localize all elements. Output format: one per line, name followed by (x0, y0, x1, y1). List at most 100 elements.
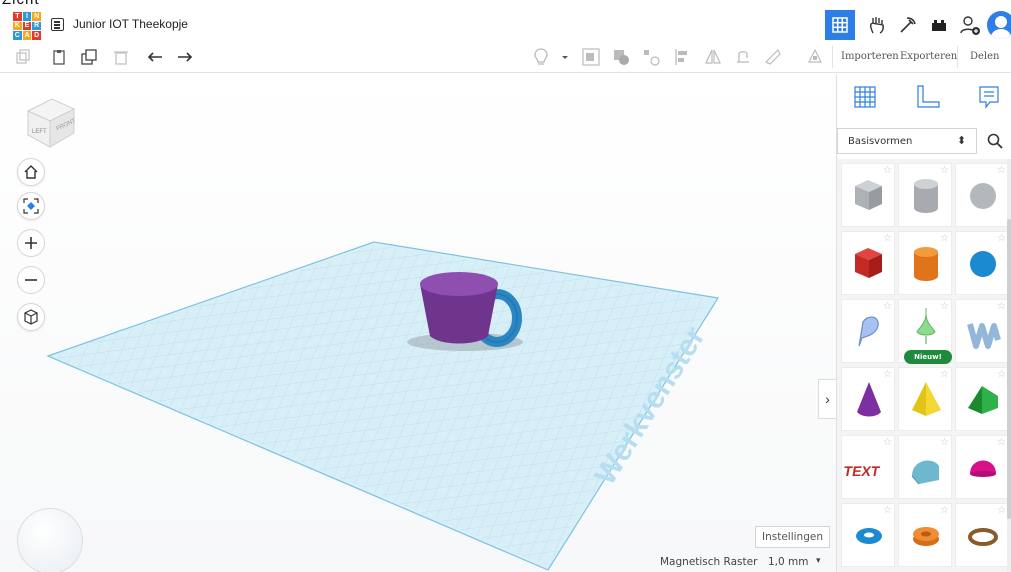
favorite-star-icon[interactable]: ☆ (883, 233, 892, 244)
toolbar-divider (957, 46, 958, 68)
shapes-scrollbar-thumb[interactable] (1007, 219, 1011, 519)
favorite-star-icon[interactable]: ☆ (883, 505, 892, 516)
distribute-icon[interactable] (674, 48, 692, 66)
shapes-panel: Basisvormen ⬍ ☆ ☆ ☆ ☆ ☆ ☆ ☆ ☆ Nieuw! ☆ ☆… (836, 74, 1011, 572)
3d-view-button[interactable] (825, 10, 855, 40)
zoom-out-button[interactable] (17, 266, 45, 294)
light-icon[interactable] (532, 48, 550, 66)
home-view-button[interactable] (17, 158, 45, 186)
logo-letter: T (13, 12, 22, 21)
panel-collapse-handle[interactable]: › (818, 379, 836, 419)
favorite-star-icon[interactable]: ☆ (940, 301, 949, 312)
favorite-star-icon[interactable]: ☆ (997, 301, 1006, 312)
shape-cylinder[interactable]: ☆ (898, 231, 952, 295)
paste-icon[interactable] (50, 48, 68, 66)
undo-icon[interactable] (146, 48, 164, 66)
shape-roof[interactable]: ☆ (955, 367, 1009, 431)
perspective-button[interactable] (17, 303, 45, 331)
design-list-icon[interactable] (51, 18, 64, 31)
favorite-star-icon[interactable]: ☆ (997, 505, 1006, 516)
view-joystick[interactable] (17, 508, 83, 572)
shape-box[interactable]: ☆ (841, 231, 895, 295)
toolbar: Importeren Exporteren Delen (0, 40, 1011, 73)
dropdown-icon[interactable] (556, 48, 574, 66)
logo-letter: E (22, 21, 32, 31)
shape-round-roof[interactable]: ☆ (898, 435, 952, 499)
document-title[interactable]: Junior IOT Theekopje (73, 17, 188, 31)
mirror-icon[interactable] (704, 48, 722, 66)
favorite-star-icon[interactable]: ☆ (940, 437, 949, 448)
shape-category-select[interactable]: Basisvormen (837, 128, 977, 154)
cruise-icon[interactable] (734, 48, 752, 66)
new-badge: Nieuw! (904, 350, 952, 364)
shape-box-hole[interactable]: ☆ (841, 163, 895, 227)
share-button[interactable]: Delen (970, 51, 1000, 62)
favorite-star-icon[interactable]: ☆ (997, 233, 1006, 244)
shape-ring[interactable]: ☆ (955, 503, 1009, 567)
shape-sphere[interactable]: ☆ (955, 231, 1009, 295)
shape-tube[interactable]: ☆ (898, 503, 952, 567)
delete-icon[interactable] (112, 48, 130, 66)
ungroup-icon[interactable] (612, 48, 630, 66)
shape-text[interactable]: ☆ TEXT (841, 435, 895, 499)
cup-rim[interactable] (420, 272, 498, 296)
shape-cone[interactable]: ☆ (841, 367, 895, 431)
favorite-star-icon[interactable]: ☆ (883, 369, 892, 380)
favorite-star-icon[interactable]: ☆ (883, 165, 892, 176)
blocks-button[interactable] (863, 11, 891, 39)
shape-sphere-hole[interactable]: ☆ (955, 163, 1009, 227)
shape-torus[interactable]: ☆ (841, 503, 895, 567)
import-button[interactable]: Importeren (841, 51, 899, 62)
view-cube[interactable]: LEFT FRONT (22, 91, 80, 149)
shape-search-button[interactable] (977, 128, 1011, 154)
workplane-canvas[interactable]: Werkvenster (0, 74, 836, 572)
shapes-scrollbar[interactable] (1007, 159, 1011, 572)
category-caret-icon[interactable]: ⬍ (957, 134, 966, 147)
group-icon[interactable] (582, 48, 600, 66)
favorite-star-icon[interactable]: ☆ (940, 505, 949, 516)
favorite-star-icon[interactable]: ☆ (883, 301, 892, 312)
workplane-grid-icon (854, 86, 876, 108)
shape-scribble[interactable]: ☆ (841, 299, 895, 363)
shape-spinner[interactable]: ☆ Nieuw! (898, 299, 952, 364)
favorite-star-icon[interactable]: ☆ (940, 165, 949, 176)
copy-icon[interactable] (14, 48, 32, 66)
snap-grid-caret-icon[interactable]: ▾ (816, 555, 821, 566)
3d-viewport[interactable]: Werkvenster LEFT FRONT Instellingen Magn… (0, 74, 836, 572)
shape-pyramid[interactable]: ☆ (898, 367, 952, 431)
redo-icon[interactable] (176, 48, 194, 66)
bricks-button[interactable] (894, 11, 922, 39)
minus-icon (25, 279, 37, 281)
favorite-star-icon[interactable]: ☆ (997, 165, 1006, 176)
settings-button[interactable]: Instellingen (755, 526, 830, 548)
tinkercad-logo[interactable]: T I N K E R C A D (13, 12, 41, 40)
brick-icon (932, 20, 946, 31)
favorite-star-icon[interactable]: ☆ (997, 437, 1006, 448)
favorite-star-icon[interactable]: ☆ (997, 369, 1006, 380)
title-bar: T I N K E R C A D Junior IOT Theekopje (0, 10, 1011, 40)
workplane-tab[interactable] (850, 82, 880, 112)
fit-view-button[interactable] (17, 192, 45, 220)
user-avatar[interactable] (987, 11, 1011, 39)
shape-wave[interactable]: ☆ (955, 299, 1009, 363)
favorite-star-icon[interactable]: ☆ (883, 437, 892, 448)
export-button[interactable]: Exporteren (900, 51, 957, 62)
shape-half-sphere[interactable]: ☆ (955, 435, 1009, 499)
zoom-in-button[interactable] (17, 229, 45, 257)
favorite-star-icon[interactable]: ☆ (940, 233, 949, 244)
shapes-grid: ☆ ☆ ☆ ☆ ☆ ☆ ☆ ☆ Nieuw! ☆ ☆ ☆ ☆ ☆ TEXT ☆ … (837, 159, 1011, 572)
shape-cylinder-hole[interactable]: ☆ (898, 163, 952, 227)
sim-lab-button[interactable] (925, 11, 953, 39)
ruler-icon[interactable] (764, 48, 782, 66)
workplane-icon[interactable] (806, 48, 824, 66)
logo-letter: C (13, 31, 22, 40)
plus-icon (25, 237, 37, 249)
invite-user-button[interactable] (956, 11, 984, 39)
align-icon[interactable] (642, 48, 660, 66)
ruler-tab[interactable] (913, 82, 943, 112)
notes-tab[interactable] (974, 82, 1004, 112)
duplicate-icon[interactable] (80, 48, 98, 66)
panel-tabs (837, 74, 1011, 122)
favorite-star-icon[interactable]: ☆ (940, 369, 949, 380)
snap-grid-value[interactable]: 1,0 mm (768, 556, 809, 568)
